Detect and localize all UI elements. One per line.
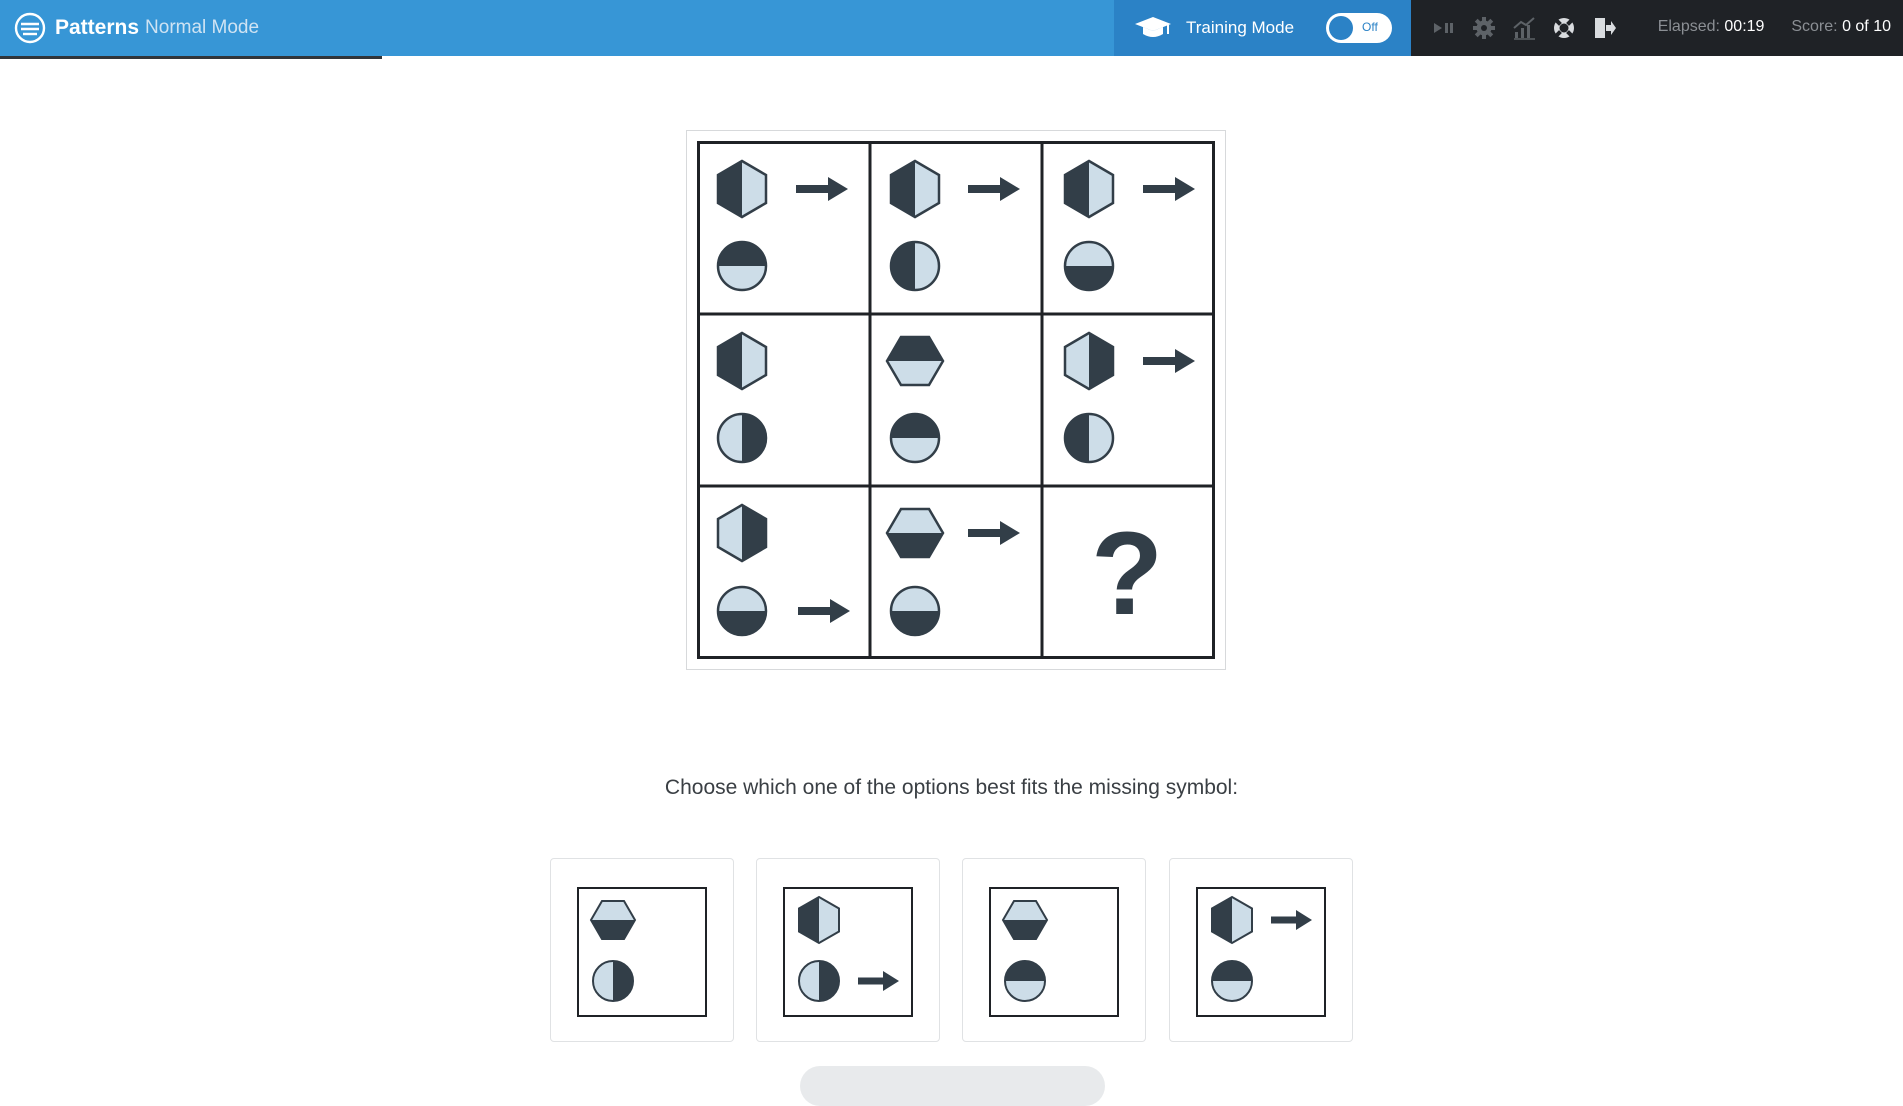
answer-option-3[interactable] xyxy=(962,858,1146,1042)
training-mode-section: Training Mode Off xyxy=(1114,0,1411,56)
hexagon-icon xyxy=(716,331,768,391)
graduation-cap-icon xyxy=(1135,17,1171,37)
training-mode-label: Training Mode xyxy=(1186,18,1295,37)
answer-option-3-figure xyxy=(989,887,1119,1017)
hexagon-icon xyxy=(1063,331,1115,391)
circle-half-icon xyxy=(716,412,768,464)
mode-label: Normal Mode xyxy=(145,17,260,38)
settings-button[interactable] xyxy=(1470,14,1498,42)
hexagon-icon xyxy=(798,895,840,945)
score-label: Score: xyxy=(1791,18,1838,35)
circle-half-icon xyxy=(889,240,941,292)
answer-option-4[interactable] xyxy=(1169,858,1353,1042)
circle-half-icon xyxy=(716,585,768,637)
toolbar-icons xyxy=(1430,14,1630,42)
instruction-text: Choose which one of the options best fit… xyxy=(664,776,1239,799)
score-value: 0 of 10 xyxy=(1842,18,1891,35)
hexagon-icon xyxy=(1063,159,1115,219)
progress-line xyxy=(0,56,382,59)
hexagon-icon xyxy=(589,900,637,940)
hexagon-icon xyxy=(885,507,945,559)
elapsed-value: 00:19 xyxy=(1724,18,1765,35)
circle-half-icon xyxy=(889,585,941,637)
puzzle-grid-svg: ? xyxy=(697,141,1215,659)
app-name: Patterns xyxy=(55,16,140,39)
question-mark: ? xyxy=(1091,508,1163,640)
gear-icon xyxy=(1473,17,1495,39)
answer-option-1-figure xyxy=(577,887,707,1017)
circle-half-icon xyxy=(1211,960,1253,1002)
play-pause-icon xyxy=(1434,23,1453,33)
top-bar: Patterns Normal Mode Training Mode Off E… xyxy=(0,0,1903,56)
answer-option-2[interactable] xyxy=(756,858,940,1042)
training-mode-toggle[interactable]: Off xyxy=(1326,13,1392,43)
hexagon-icon xyxy=(889,159,941,219)
answer-option-2-figure xyxy=(783,887,913,1017)
circle-half-icon xyxy=(798,960,840,1002)
statistics-button[interactable] xyxy=(1510,14,1538,42)
stats-chart-icon xyxy=(1513,17,1535,40)
exit-icon xyxy=(1595,18,1616,38)
circle-half-icon xyxy=(1063,412,1115,464)
toggle-knob xyxy=(1329,16,1353,40)
hexagon-icon xyxy=(885,335,945,387)
exit-button[interactable] xyxy=(1590,14,1618,42)
hexagon-icon xyxy=(1001,900,1049,940)
circle-half-icon xyxy=(1063,240,1115,292)
status-readout: Elapsed: 00:19 Score: 0 of 10 xyxy=(1658,18,1891,36)
circle-half-icon xyxy=(716,240,768,292)
help-lifebuoy-icon xyxy=(1554,18,1574,38)
puzzle-grid: ? xyxy=(686,130,1226,670)
hexagon-icon xyxy=(716,503,768,563)
hexagon-icon xyxy=(716,159,768,219)
circle-half-icon xyxy=(592,960,634,1002)
answer-option-4-figure xyxy=(1196,887,1326,1017)
hexagon-icon xyxy=(1211,895,1253,945)
help-button[interactable] xyxy=(1550,14,1578,42)
app-brand: Patterns Normal Mode xyxy=(0,0,1114,56)
answer-option-1[interactable] xyxy=(550,858,734,1042)
toggle-state-label: Off xyxy=(1362,20,1378,34)
circle-half-icon xyxy=(889,412,941,464)
play-pause-button[interactable] xyxy=(1430,14,1458,42)
elapsed-label: Elapsed: xyxy=(1657,18,1720,35)
brand-logo-icon xyxy=(14,12,46,44)
circle-half-icon xyxy=(1004,960,1046,1002)
grid-cell-3-3-missing: ? xyxy=(1091,508,1163,640)
submit-button-partial[interactable] xyxy=(800,1066,1105,1106)
